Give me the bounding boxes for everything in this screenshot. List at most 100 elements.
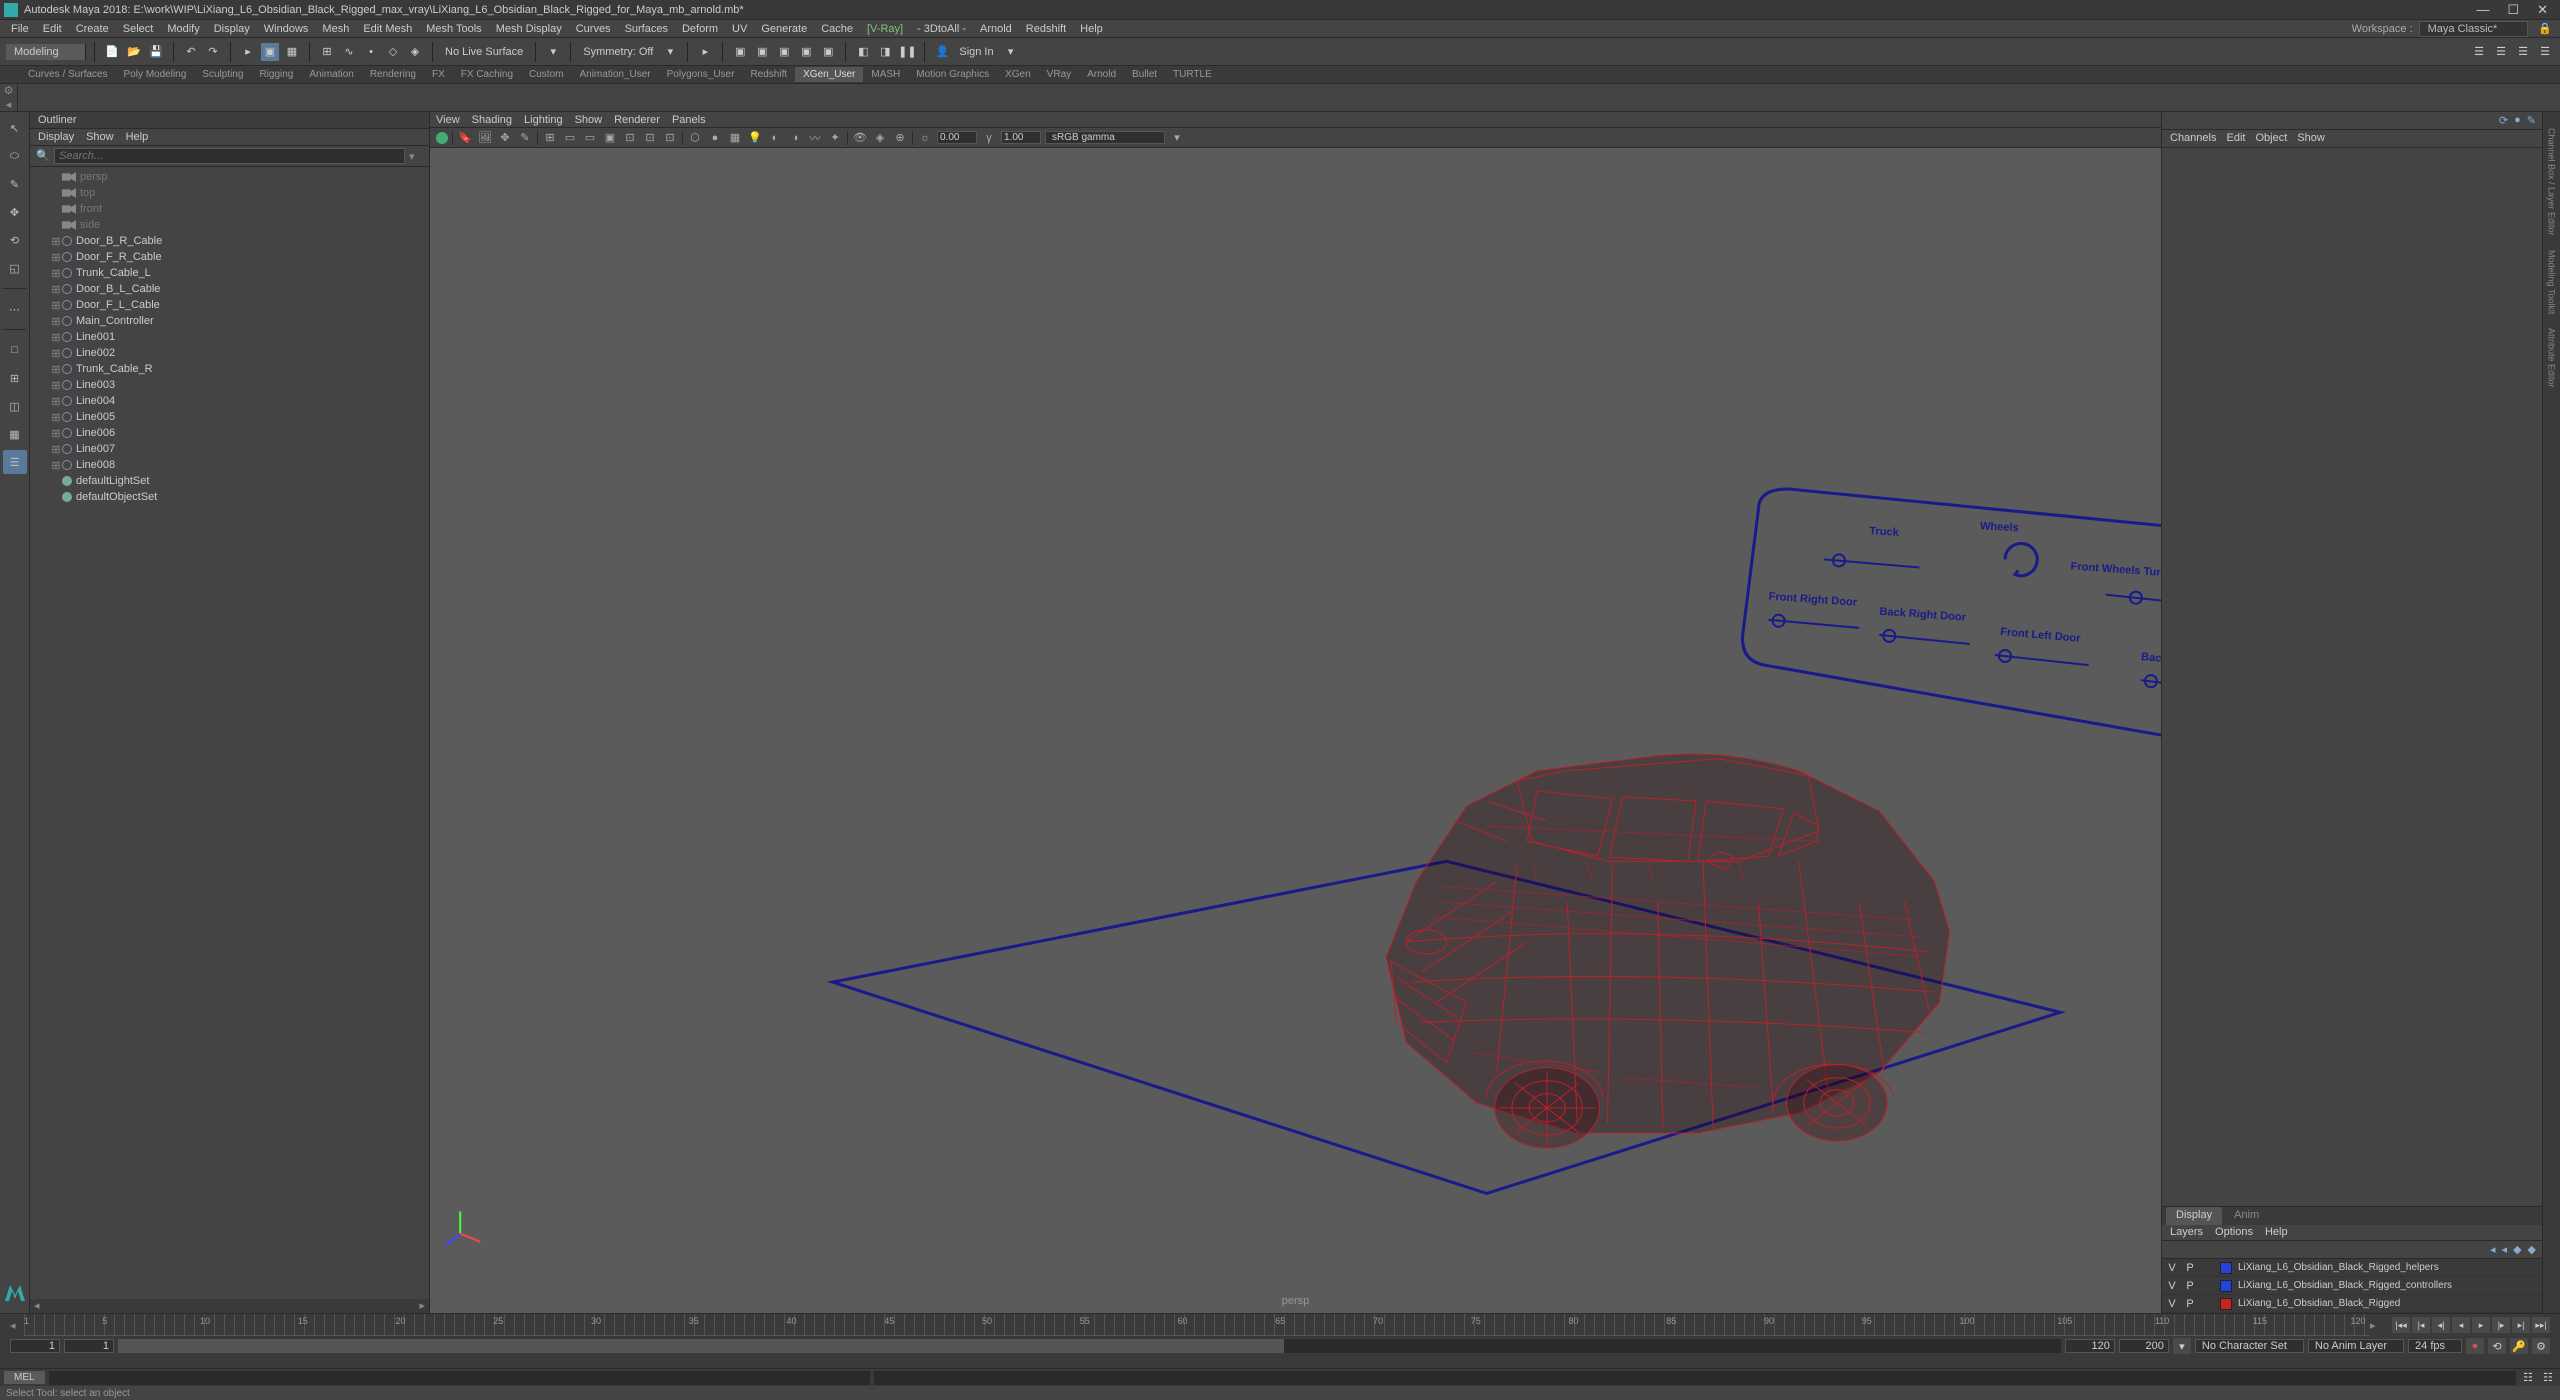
expand-icon[interactable]: ⊞ [50, 315, 62, 328]
prefs-icon[interactable]: ⚙ [2532, 1338, 2550, 1354]
playback-start-field[interactable]: 1 [64, 1339, 114, 1353]
set-key-icon[interactable]: 🔑 [2510, 1338, 2528, 1354]
show-tab[interactable]: Show [2297, 132, 2325, 145]
select-by-component-icon[interactable]: ▦ [283, 43, 301, 61]
expand-icon[interactable]: ⊞ [50, 411, 62, 424]
character-set-dropdown[interactable]: No Character Set [2195, 1339, 2304, 1353]
safe-title-icon[interactable]: ⊡ [662, 130, 678, 146]
script-editor-icon[interactable]: ☷ [2520, 1371, 2536, 1385]
vp-menu-lighting[interactable]: Lighting [524, 114, 563, 126]
maximize-button[interactable]: ☐ [2507, 2, 2519, 18]
menu-create[interactable]: Create [69, 23, 116, 35]
animation-end-field[interactable]: 200 [2119, 1339, 2169, 1353]
step-forward-button[interactable]: |▸ [2492, 1317, 2510, 1333]
resolution-gate-icon[interactable]: ▭ [582, 130, 598, 146]
outliner-node[interactable]: ⊞Line007 [30, 441, 429, 457]
snap-live-icon[interactable]: ◈ [406, 43, 424, 61]
outliner-node[interactable]: ⊞Main_Controller [30, 313, 429, 329]
vtab-attribute-editor[interactable]: Attribute Editor [2546, 322, 2558, 394]
shelf-tab[interactable]: Motion Graphics [908, 67, 997, 82]
render-icon[interactable]: ▣ [753, 43, 771, 61]
expand-icon[interactable]: ⊞ [50, 443, 62, 456]
play-backwards-button[interactable]: ◂ [2452, 1317, 2470, 1333]
vp-menu-panels[interactable]: Panels [672, 114, 706, 126]
shelf-tab[interactable]: Poly Modeling [115, 67, 194, 82]
outliner-node[interactable]: ⊞Line008 [30, 457, 429, 473]
menu-mesh[interactable]: Mesh [315, 23, 356, 35]
menu-modify[interactable]: Modify [160, 23, 206, 35]
chevron-down-icon[interactable]: ▾ [1169, 130, 1185, 146]
menu-file[interactable]: File [4, 23, 36, 35]
textured-icon[interactable]: ▦ [727, 130, 743, 146]
shelf-tab[interactable]: Rendering [362, 67, 424, 82]
move-tool[interactable]: ✥ [3, 200, 27, 224]
panel-layout-icon[interactable]: ◧ [854, 43, 872, 61]
shelf-tab[interactable]: XGen_User [795, 67, 863, 82]
playback-end-field[interactable]: 120 [2065, 1339, 2115, 1353]
shelf-tab[interactable]: Rigging [251, 67, 301, 82]
exposure-field[interactable]: 0.00 [937, 131, 977, 144]
layout-custom-icon[interactable]: ▦ [3, 422, 27, 446]
account-icon[interactable]: 👤 [933, 43, 951, 61]
exposure-icon[interactable]: ☼ [917, 130, 933, 146]
last-tool[interactable]: ⋯ [3, 297, 27, 321]
menu-vray[interactable]: [V-Ray] [860, 23, 910, 35]
multisample-icon[interactable]: ✦ [827, 130, 843, 146]
shelf-tab[interactable]: MASH [863, 67, 908, 82]
motion-blur-icon[interactable]: 〰 [807, 130, 823, 146]
snap-grid-icon[interactable]: ⊞ [318, 43, 336, 61]
timeline-scroll-left-icon[interactable]: ◂ [10, 1319, 24, 1332]
snap-point-icon[interactable]: • [362, 43, 380, 61]
chevron-down-icon[interactable]: ▾ [661, 43, 679, 61]
vtab-channel-box[interactable]: Channel Box / Layer Editor [2546, 122, 2558, 242]
scroll-icon[interactable]: ◂ [6, 98, 12, 111]
menu-select[interactable]: Select [116, 23, 161, 35]
color-management-dropdown[interactable]: sRGB gamma [1045, 131, 1165, 144]
anim-layer-tab[interactable]: Anim [2224, 1207, 2269, 1225]
shelf-tab[interactable]: Bullet [1124, 67, 1165, 82]
hud-icon[interactable]: ☰ [2492, 43, 2510, 61]
sign-in-button[interactable]: Sign In [955, 46, 997, 58]
range-slider[interactable] [118, 1339, 2061, 1353]
expand-icon[interactable]: ⊞ [50, 459, 62, 472]
outliner-search-input[interactable] [54, 148, 405, 164]
outliner-node[interactable]: defaultLightSet [30, 473, 429, 489]
modeling-toolkit-icon[interactable]: ☰ [2470, 43, 2488, 61]
script-language-button[interactable]: MEL [4, 1371, 45, 1384]
open-scene-icon[interactable]: 📂 [125, 43, 143, 61]
use-lights-icon[interactable]: 💡 [747, 130, 763, 146]
ao-icon[interactable]: ◑ [787, 130, 803, 146]
xray-icon[interactable]: ◈ [872, 130, 888, 146]
layer-swatch[interactable] [2220, 1262, 2232, 1274]
isolate-icon[interactable]: 👁 [852, 130, 868, 146]
autokey-icon[interactable]: ● [2466, 1338, 2484, 1354]
gear-icon[interactable]: ⚙ [4, 84, 14, 97]
safe-action-icon[interactable]: ⊡ [642, 130, 658, 146]
input-line-icon[interactable]: ▸ [696, 43, 714, 61]
shelf-tab[interactable]: VRay [1039, 67, 1079, 82]
edit-tab[interactable]: Edit [2226, 132, 2245, 145]
vp-menu-shading[interactable]: Shading [472, 114, 512, 126]
channel-globe-icon[interactable]: ● [2514, 114, 2521, 127]
search-options-icon[interactable]: ▾ [409, 150, 423, 163]
film-gate-icon[interactable]: ▭ [562, 130, 578, 146]
outliner-node[interactable]: front [30, 201, 429, 217]
toggle-construction-icon[interactable]: ▾ [544, 43, 562, 61]
expand-icon[interactable]: ⊞ [50, 251, 62, 264]
layer-playback-toggle[interactable]: P [2184, 1262, 2196, 1274]
vp-menu-renderer[interactable]: Renderer [614, 114, 660, 126]
outliner-menu-show[interactable]: Show [86, 131, 114, 143]
minimize-button[interactable]: — [2476, 2, 2489, 18]
new-layer-icon[interactable]: ◆ [2513, 1243, 2521, 1256]
select-camera-icon[interactable] [436, 132, 448, 144]
menu-display[interactable]: Display [207, 23, 257, 35]
select-by-object-icon[interactable]: ▣ [261, 43, 279, 61]
layer-row[interactable]: VPLiXiang_L6_Obsidian_Black_Rigged_helpe… [2162, 1259, 2542, 1277]
lock-icon[interactable]: 🔒 [2538, 22, 2552, 35]
shelf-tab[interactable]: Redshift [742, 67, 795, 82]
outliner-node[interactable]: ⊞Line003 [30, 377, 429, 393]
layer-row[interactable]: VPLiXiang_L6_Obsidian_Black_Rigged [2162, 1295, 2542, 1313]
expand-icon[interactable]: ⊞ [50, 395, 62, 408]
vtab-modeling-toolkit[interactable]: Modeling Toolkit [2546, 244, 2558, 320]
outliner-node[interactable]: ⊞Door_B_R_Cable [30, 233, 429, 249]
